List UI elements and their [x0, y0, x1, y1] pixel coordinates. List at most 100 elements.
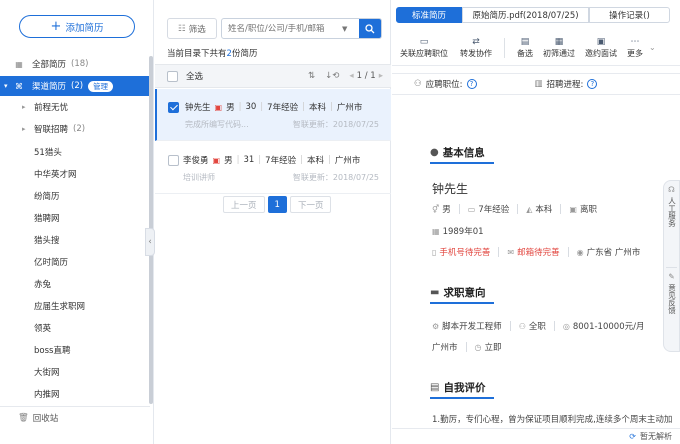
divider — [517, 204, 519, 214]
sidebar-item-label: 赤兔 — [34, 280, 52, 290]
invite-interview-button[interactable]: ▣ 邀约面试 — [585, 37, 617, 59]
candidate-row[interactable]: 钟先生 ▣ 男 | 30 | 7年经验 | 本科 | 广州市 完成所编写代码... 智联… — [155, 89, 391, 141]
sidebar-item-label: 51猎头 — [34, 148, 62, 158]
summary-prefix: 当前目录下共有 — [167, 49, 227, 59]
basic-info-heading: ● 基本信息 — [430, 145, 485, 160]
tab-standard-resume[interactable]: 标准简历 — [396, 7, 462, 23]
sidebar-item-channel[interactable]: 51猎头 — [0, 142, 150, 162]
next-page-icon[interactable]: ▸ — [379, 71, 383, 81]
filter-label: 筛选 — [188, 24, 206, 35]
current-page-button[interactable]: 1 — [267, 196, 287, 213]
education: 本科 — [535, 205, 553, 215]
sidebar-item-channel[interactable]: 纷简历 — [0, 186, 150, 206]
birth-row: ▦ 1989年01 — [432, 225, 484, 238]
sidebar-item-zhilian[interactable]: ▸ 智联招聘 (2) — [0, 119, 150, 139]
sidebar-item-channel[interactable]: 猎头搜 — [0, 230, 150, 250]
search-box: ▼ — [221, 18, 382, 39]
sidebar-item-label: 猎头搜 — [34, 236, 60, 246]
caret-right-icon[interactable]: ▸ — [22, 103, 30, 111]
candidate-checkbox[interactable] — [168, 102, 179, 113]
self-eval-heading: ▤ 自我评价 — [430, 380, 485, 395]
sidebar-item-channel[interactable]: 赤兔 — [0, 274, 150, 294]
list-summary: 当前目录下共有2份简历 — [167, 47, 257, 59]
sidebar-item-label: 中华英才网 — [34, 170, 77, 180]
clock-icon: ◷ — [474, 342, 482, 352]
plus-icon: + — [50, 19, 62, 34]
forward-button[interactable]: ⇄ 转发协作 — [460, 37, 492, 59]
resume-detail-panel: 标准简历 原始简历.pdf(2018/07/25) 操作记录() ▭ 关联应聘职位… — [392, 0, 680, 444]
feedback-button[interactable]: ✎ 意见反馈 — [664, 268, 679, 314]
sidebar-item-channel[interactable]: 领英 — [0, 318, 150, 338]
section-underline — [430, 397, 494, 399]
sidebar-item-count: (2) — [73, 124, 86, 134]
mail-icon: ✉ — [507, 247, 515, 257]
sidebar-item-label: 内推网 — [34, 390, 60, 400]
help-icon[interactable]: ? — [587, 79, 598, 89]
sidebar-item-channel[interactable]: 中华英才网 — [0, 164, 150, 184]
more-button[interactable]: ⋯ 更多 — [627, 37, 643, 59]
search-input[interactable] — [222, 23, 342, 34]
sidebar-item-channel[interactable]: ▾ ⌘ 渠道简历 (2) 管理 — [0, 76, 150, 96]
shortlist-button[interactable]: ▤ 备选 — [517, 37, 533, 59]
sidebar-item-label: 智联招聘 — [34, 125, 69, 135]
start-time: 立即 — [484, 343, 502, 353]
sidebar-item-all[interactable]: ▦ 全部简历 (18) — [0, 54, 150, 74]
section-underline — [430, 302, 494, 304]
sidebar-item-51job[interactable]: ▸ 前程无忧 — [0, 97, 150, 117]
prev-page-button[interactable]: 上一页 — [223, 196, 265, 213]
candidate-row[interactable]: 李俊勇 ▣ 男 | 31 | 7年经验 | 本科 | 广州市 培训讲师 智联更新：201… — [155, 142, 391, 194]
screen-pass-button[interactable]: ▦ 初筛通过 — [543, 37, 575, 59]
search-dropdown-icon[interactable]: ▼ — [342, 25, 352, 33]
sidebar-item-channel[interactable]: 猎聘网 — [0, 208, 150, 228]
manage-badge[interactable]: 管理 — [88, 80, 114, 92]
sidebar-item-label: 猎聘网 — [34, 214, 60, 224]
sidebar-item-label: 全部简历 — [32, 60, 67, 70]
recycle-bin[interactable]: 🗑 回收站 — [0, 406, 150, 428]
sidebar-item-channel[interactable]: 内推网 — [0, 384, 150, 404]
filter-button[interactable]: ☷ 筛选 — [167, 18, 217, 39]
candidate-city: 广州市 — [336, 103, 363, 113]
next-page-button[interactable]: 下一页 — [289, 196, 332, 213]
parse-status: 暂无解析 — [640, 432, 672, 441]
caret-down-icon[interactable]: ▾ — [4, 82, 12, 90]
candidate-age: 30 — [245, 102, 257, 112]
target-job: 脚本开发工程师 — [442, 322, 502, 332]
sort-icon[interactable]: ⇅ — [308, 71, 315, 81]
tab-original-resume[interactable]: 原始简历.pdf(2018/07/25) — [462, 7, 589, 23]
search-button[interactable] — [359, 19, 381, 38]
more-dropdown-icon[interactable]: ⌄ — [649, 43, 656, 52]
tab-operation-log[interactable]: 操作记录() — [589, 7, 670, 23]
status-bar: ⟳ 暂无解析 — [392, 428, 680, 444]
pagination: 上一页 1 下一页 — [223, 196, 332, 213]
add-resume-button[interactable]: + 添加简历 — [19, 15, 135, 38]
trash-icon: 🗑 — [18, 412, 29, 423]
sidebar-item-channel[interactable]: 大街网 — [0, 362, 150, 382]
candidate-exp: 7年经验 — [267, 103, 299, 113]
phone-hint: 手机号待完善 — [439, 248, 491, 258]
basic-info-row: ⚥ 男 ▭ 7年经验 ◭ 本科 ▣ 离职 — [432, 203, 597, 215]
customer-service-button[interactable]: ☊ 人工服务 — [664, 181, 679, 267]
time-sort-icon[interactable]: ↓⟲ — [325, 71, 339, 81]
candidate-checkbox[interactable] — [168, 155, 179, 166]
divider — [498, 247, 500, 257]
calendar-icon: ▣ — [596, 36, 606, 47]
caret-right-icon[interactable]: ▸ — [22, 125, 30, 133]
location: 广东省 广州市 — [586, 248, 641, 258]
collapse-sidebar-button[interactable]: ‹ — [145, 228, 155, 256]
experience: 7年经验 — [478, 205, 510, 215]
sidebar-item-channel[interactable]: 应届生求职网 — [0, 296, 150, 316]
sidebar-item-channel[interactable]: boss直聘 — [0, 340, 150, 360]
job-intent-heading: ▬ 求职意向 — [430, 285, 485, 300]
comment-icon: ▤ — [430, 382, 440, 393]
link-position-button[interactable]: ▭ 关联应聘职位 — [400, 37, 448, 59]
candidate-updated: 智联更新：2018/07/25 — [292, 173, 379, 182]
prev-page-icon[interactable]: ◂ — [349, 71, 353, 81]
refresh-icon[interactable]: ⟳ — [629, 432, 636, 441]
help-icon[interactable]: ? — [466, 79, 477, 89]
toolbar-label: 邀约面试 — [585, 48, 617, 58]
self-eval-text: 1.勤厉，专们心程，曾为保证项目顺利完成,连续多个周末主动加班讲度时 — [432, 415, 672, 425]
toolbar-divider — [504, 37, 505, 58]
sidebar-item-channel[interactable]: 亿时简历 — [0, 252, 150, 272]
job-type-icon: ⚇ — [518, 321, 526, 331]
select-all-checkbox[interactable] — [167, 70, 178, 82]
